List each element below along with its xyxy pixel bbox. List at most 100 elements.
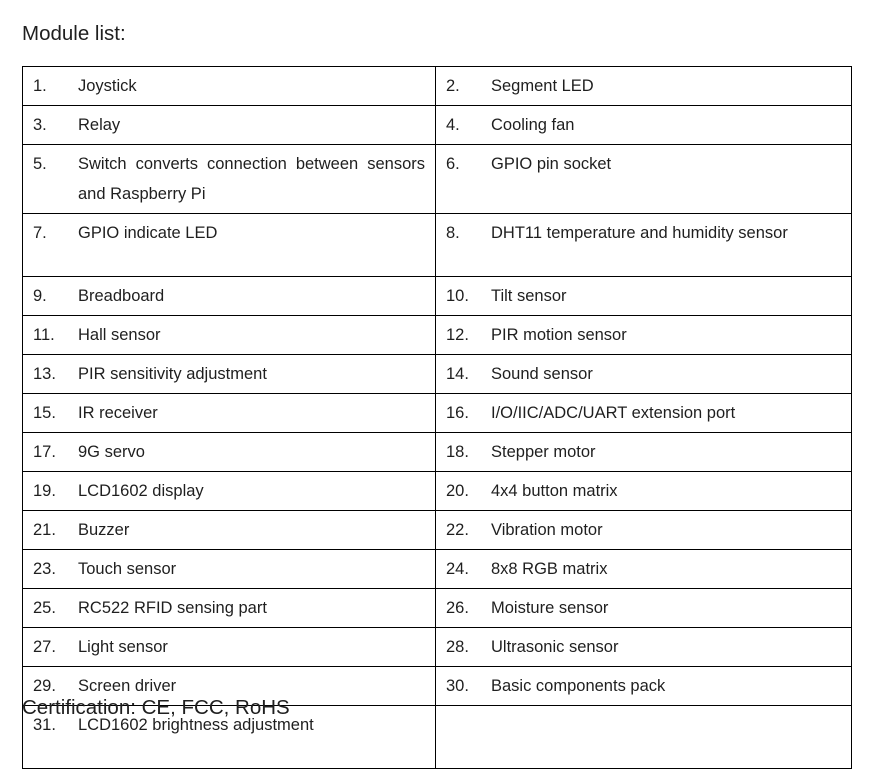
module-item-label: Stepper motor <box>491 443 596 461</box>
table-row: 9. Breadboard 10. Tilt sensor <box>22 276 852 316</box>
module-item-number: 11. <box>33 326 55 344</box>
module-list-item: 2. Segment LED <box>446 71 841 101</box>
module-list-item: 13. PIR sensitivity adjustment <box>33 359 425 389</box>
table-cell-left: 1. Joystick <box>22 66 436 106</box>
table-cell-left: 9. Breadboard <box>22 276 436 316</box>
module-list-item: 1. Joystick <box>33 71 425 101</box>
table-cell-left: 23. Touch sensor <box>22 549 436 589</box>
table-row: 15. IR receiver 16. I/O/IIC/ADC/UART extens… <box>22 393 852 433</box>
module-list-item: 18. Stepper motor <box>446 437 841 467</box>
table-row: 27. Light sensor 28. Ultrasonic sensor <box>22 627 852 667</box>
module-entry-cell: 9. Breadboard <box>23 277 435 315</box>
module-item-number: 9. <box>33 287 47 305</box>
table-cell-right: 20. 4x4 button matrix <box>435 471 852 511</box>
module-item-label: 9G servo <box>78 443 145 461</box>
module-item-number: 12. <box>446 326 469 344</box>
module-list-heading: Module list: <box>22 22 126 45</box>
module-item-number: 28. <box>446 638 469 656</box>
table-row: 1. Joystick 2. Segment LED <box>22 66 852 106</box>
module-list-item: 24. 8x8 RGB matrix <box>446 554 841 584</box>
table-cell-right: 18. Stepper motor <box>435 432 852 472</box>
table-cell-right: 4. Cooling fan <box>435 105 852 145</box>
module-item-label: Buzzer <box>78 521 130 539</box>
table-row: 3. Relay 4. Cooling fan <box>22 105 852 145</box>
module-list-table-body: 1. Joystick 2. Segment LED 3. Relay 4. Cooling … <box>22 66 852 769</box>
module-item-label: Touch sensor <box>78 560 177 578</box>
module-item-label: RC522 RFID sensing part <box>78 599 267 617</box>
module-item-number: 2. <box>446 77 460 95</box>
module-entry-cell: 16. I/O/IIC/ADC/UART extension port <box>436 394 851 432</box>
table-cell-right: 6. GPIO pin socket <box>435 144 852 214</box>
module-entry-cell: 25. RC522 RFID sensing part <box>23 589 435 627</box>
certification-line: Certification: CE, FCC, RoHS <box>22 696 290 719</box>
module-entry-cell: 20. 4x4 button matrix <box>436 472 851 510</box>
module-list-item: 5. Switch converts connection between sen… <box>33 149 425 209</box>
module-list-item: 26. Moisture sensor <box>446 593 841 623</box>
module-item-label: Cooling fan <box>491 116 575 134</box>
module-item-label: 8x8 RGB matrix <box>491 560 608 578</box>
module-item-number: 14. <box>446 365 469 383</box>
module-item-number: 7. <box>33 224 47 242</box>
table-row: 7. GPIO indicate LED 8. DHT11 temperature a… <box>22 213 852 277</box>
module-item-number: 15. <box>33 404 56 422</box>
table-cell-right: 16. I/O/IIC/ADC/UART extension port <box>435 393 852 433</box>
table-cell-right: 26. Moisture sensor <box>435 588 852 628</box>
module-entry-cell: 21. Buzzer <box>23 511 435 549</box>
module-list-item: 6. GPIO pin socket <box>446 149 841 179</box>
module-entry-cell: 10. Tilt sensor <box>436 277 851 315</box>
table-row: 11. Hall sensor 12. PIR motion sensor <box>22 315 852 355</box>
table-cell-right: 10. Tilt sensor <box>435 276 852 316</box>
table-cell-right: 22. Vibration motor <box>435 510 852 550</box>
module-item-label: Joystick <box>78 77 137 95</box>
module-list-item: 25. RC522 RFID sensing part <box>33 593 425 623</box>
table-cell-left: 5. Switch converts connection between sen… <box>22 144 436 214</box>
module-item-label: Breadboard <box>78 287 165 305</box>
table-cell-right: 30. Basic components pack <box>435 666 852 706</box>
module-entry-cell: 28. Ultrasonic sensor <box>436 628 851 666</box>
table-row: 23. Touch sensor 24. 8x8 RGB matrix <box>22 549 852 589</box>
module-item-number: 19. <box>33 482 56 500</box>
module-item-number: 20. <box>446 482 469 500</box>
module-entry-cell: 8. DHT11 temperature and humidity sensor <box>436 214 851 276</box>
module-entry-cell: 18. Stepper motor <box>436 433 851 471</box>
module-entry-cell: 7. GPIO indicate LED <box>23 214 435 276</box>
module-entry-cell: 23. Touch sensor <box>23 550 435 588</box>
module-entry-cell: 30. Basic components pack <box>436 667 851 705</box>
module-entry-cell: 4. Cooling fan <box>436 106 851 144</box>
module-item-label: DHT11 temperature and humidity sensor <box>491 224 788 242</box>
module-list-item: 17. 9G servo <box>33 437 425 467</box>
module-item-label: Sound sensor <box>491 365 593 383</box>
module-item-number: 21. <box>33 521 56 539</box>
table-row: 25. RC522 RFID sensing part 26. Moisture se… <box>22 588 852 628</box>
module-item-number: 18. <box>446 443 469 461</box>
module-item-label: GPIO indicate LED <box>78 224 218 242</box>
module-item-label: Light sensor <box>78 638 168 656</box>
module-item-number: 1. <box>33 77 47 95</box>
module-item-number: 8. <box>446 224 460 242</box>
module-list-item: 21. Buzzer <box>33 515 425 545</box>
table-cell-right <box>435 705 852 769</box>
table-row: 13. PIR sensitivity adjustment 14. Sound se… <box>22 354 852 394</box>
module-item-number: 6. <box>446 155 460 173</box>
table-cell-left: 21. Buzzer <box>22 510 436 550</box>
module-list-item: 22. Vibration motor <box>446 515 841 545</box>
table-cell-right: 8. DHT11 temperature and humidity sensor <box>435 213 852 277</box>
module-item-label: Vibration motor <box>491 521 603 539</box>
module-item-number: 5. <box>33 155 47 173</box>
module-list-item: 10. Tilt sensor <box>446 281 841 311</box>
module-item-number: 26. <box>446 599 469 617</box>
table-cell-left: 27. Light sensor <box>22 627 436 667</box>
module-item-label: PIR sensitivity adjustment <box>78 365 267 383</box>
module-item-label: Ultrasonic sensor <box>491 638 619 656</box>
module-item-label: Moisture sensor <box>491 599 609 617</box>
module-entry-cell: 24. 8x8 RGB matrix <box>436 550 851 588</box>
module-list-item: 27. Light sensor <box>33 632 425 662</box>
module-item-label: IR receiver <box>78 404 158 422</box>
module-list-item: 8. DHT11 temperature and humidity sensor <box>446 218 841 248</box>
table-cell-right: 12. PIR motion sensor <box>435 315 852 355</box>
module-entry-cell: 17. 9G servo <box>23 433 435 471</box>
module-item-label: LCD1602 display <box>78 482 204 500</box>
table-cell-left: 15. IR receiver <box>22 393 436 433</box>
document-page: Module list: 1. Joystick 2. Segment LED 3. Re… <box>0 0 871 769</box>
table-cell-left: 3. Relay <box>22 105 436 145</box>
